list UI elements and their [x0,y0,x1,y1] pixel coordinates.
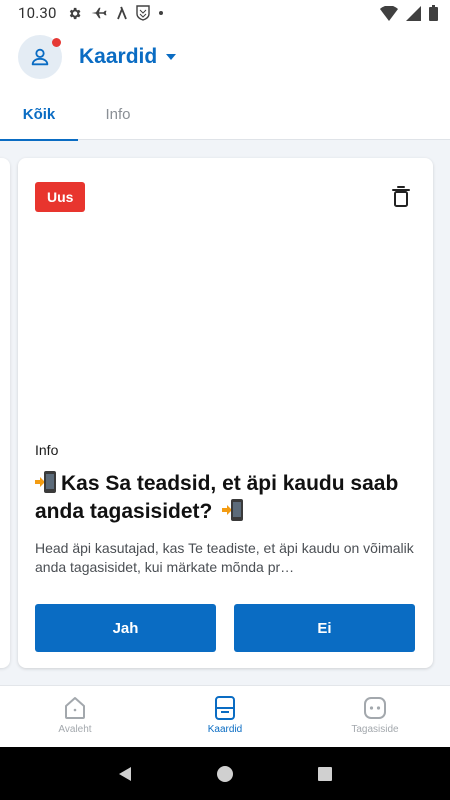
status-time: 10.30 [18,4,57,22]
airplane-icon [91,7,107,19]
chevron-down-icon [166,54,177,60]
header-title: Kaardid [79,45,158,68]
system-back-button[interactable] [110,759,140,789]
tab-info[interactable]: Info [84,88,152,140]
mobile-arrow-icon [222,498,244,522]
app-header: Kaardid [0,26,450,88]
nav-cards-label: Kaardid [207,724,243,735]
nav-cards[interactable]: Kaardid [150,686,300,748]
cards-carousel[interactable]: Uus Info Kas Sa teadsid, et äpi kaudu sa… [0,141,450,685]
user-icon [31,48,49,66]
notification-badge [52,38,61,47]
nav-feedback[interactable]: Tagasiside [300,686,450,748]
profile-avatar-button[interactable] [18,35,62,79]
feedback-icon [364,697,386,719]
bottom-nav: Avaleht Kaardid Tagasiside [0,685,450,747]
nav-home-label: Avaleht [58,724,92,735]
tab-all[interactable]: Kõik [0,88,78,141]
lambda-icon [116,6,127,20]
previous-card[interactable] [0,158,10,668]
card-category: Info [35,442,59,458]
recents-icon [318,766,332,781]
status-bar: 10.30 [0,0,450,26]
yes-button[interactable]: Jah [35,604,216,652]
back-icon [119,766,131,781]
wifi-icon [380,5,398,21]
settings-icon [69,7,81,19]
circle-home-icon [217,765,233,782]
mobile-arrow-icon [35,470,57,494]
nav-feedback-label: Tagasiside [351,724,399,735]
notification-dot-icon [158,11,163,15]
signal-icon [406,5,421,21]
card-body: Head äpi kasutajad, kas Te teadiste, et … [35,540,414,575]
home-icon [65,697,85,719]
section-dropdown[interactable]: Kaardid [79,45,177,69]
trash-icon [392,186,410,207]
system-nav-bar [0,747,450,800]
battery-icon [429,5,438,21]
tab-bar: Kõik Info [0,88,450,141]
system-recents-button[interactable] [310,759,340,789]
shield-icon [135,5,150,21]
delete-button[interactable] [389,184,413,210]
new-badge: Uus [35,182,86,212]
cards-icon [215,696,235,720]
info-card: Uus Info Kas Sa teadsid, et äpi kaudu sa… [18,158,433,668]
nav-home[interactable]: Avaleht [0,686,150,748]
no-button[interactable]: Ei [234,604,415,652]
system-home-button[interactable] [210,759,240,789]
card-title-text: Kas Sa teadsid, et äpi kaudu saab anda t… [35,472,399,523]
card-title: Kas Sa teadsid, et äpi kaudu saab anda t… [35,470,415,526]
